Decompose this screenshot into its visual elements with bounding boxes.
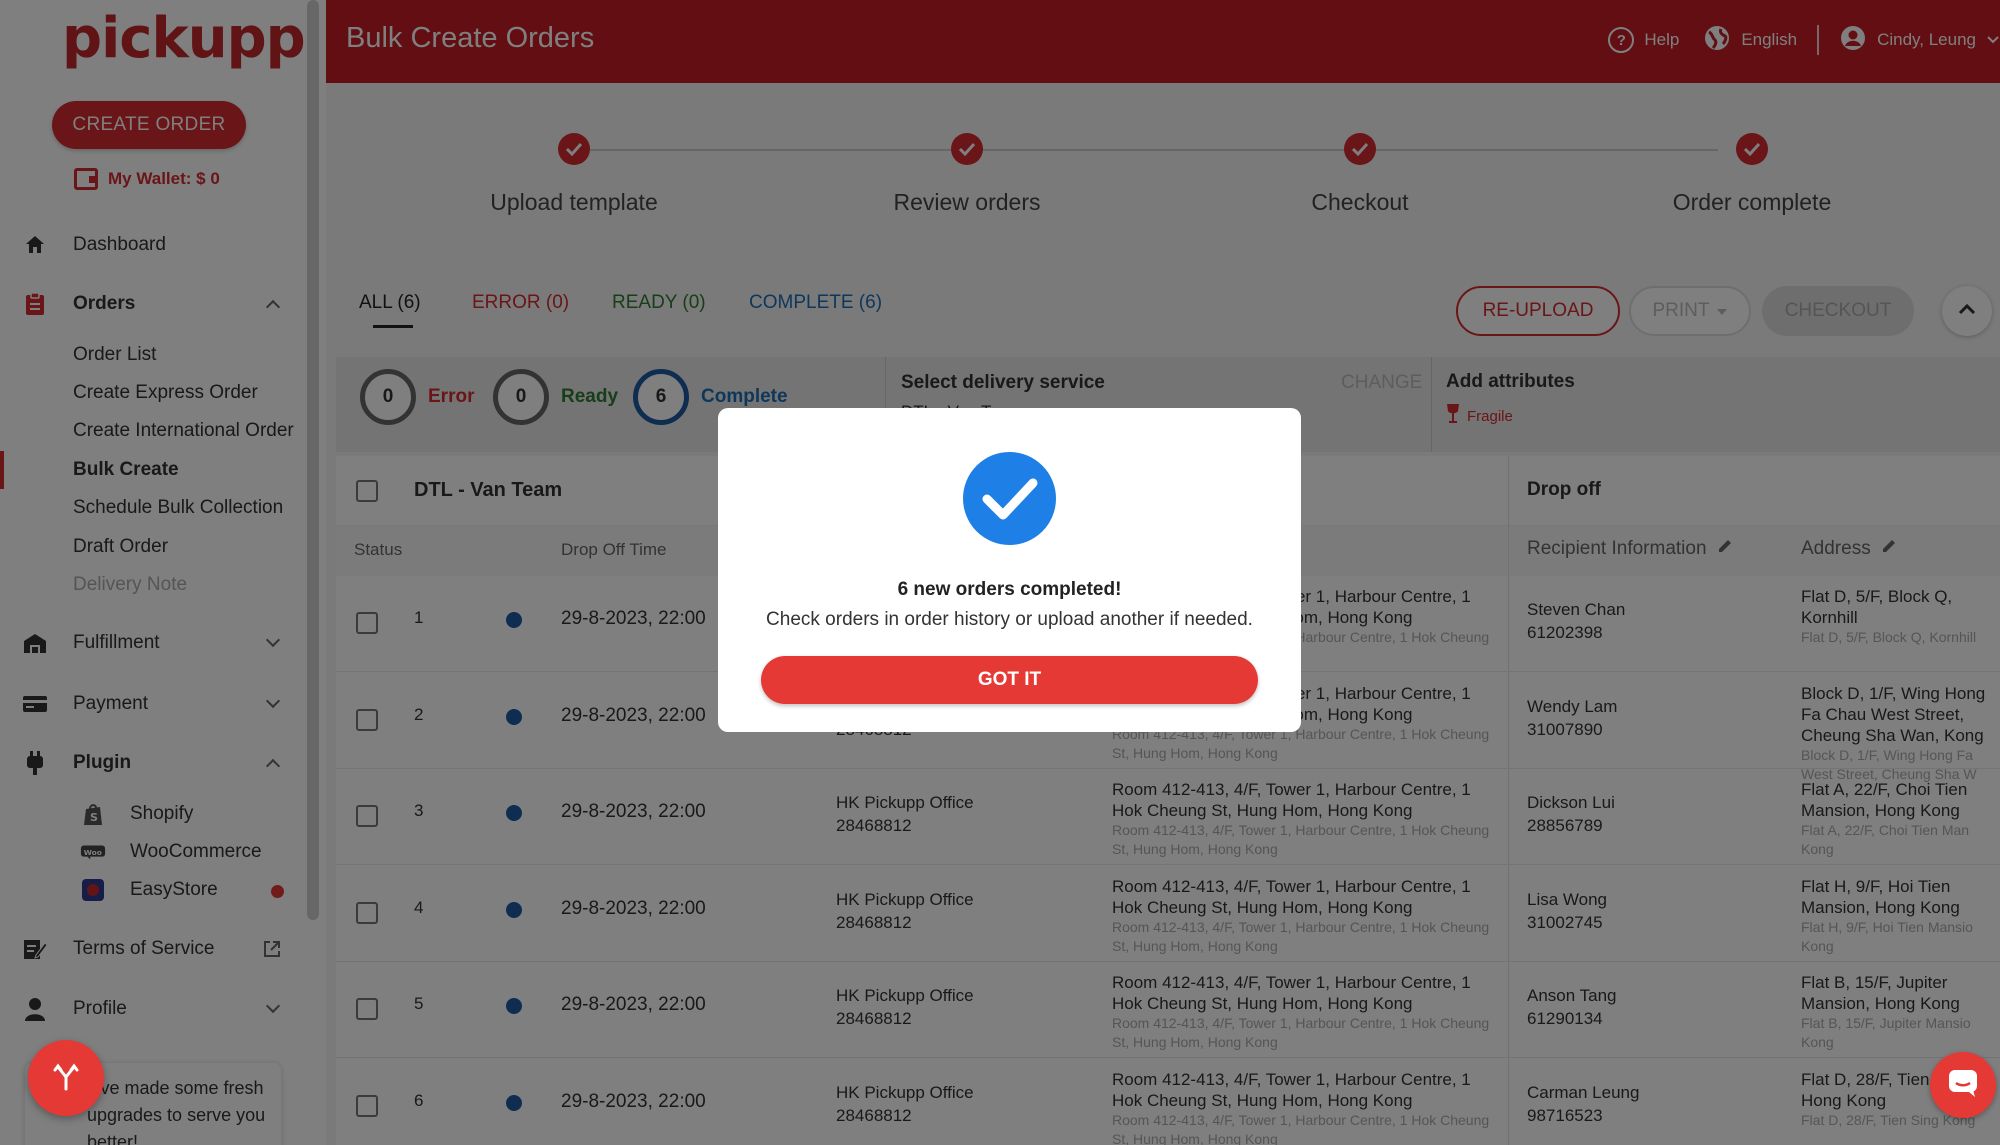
success-dialog: 6 new orders completed! Check orders in … <box>718 408 1301 732</box>
split-arrow-icon <box>51 1061 81 1096</box>
success-check-icon <box>963 452 1056 545</box>
got-it-button[interactable]: GOT IT <box>761 656 1258 704</box>
floating-action-button[interactable] <box>28 1040 104 1116</box>
chat-button[interactable] <box>1930 1052 1996 1118</box>
chat-icon <box>1947 1068 1979 1103</box>
dialog-title: 6 new orders completed! <box>897 579 1122 600</box>
dialog-message: Check orders in order history or upload … <box>766 609 1253 630</box>
